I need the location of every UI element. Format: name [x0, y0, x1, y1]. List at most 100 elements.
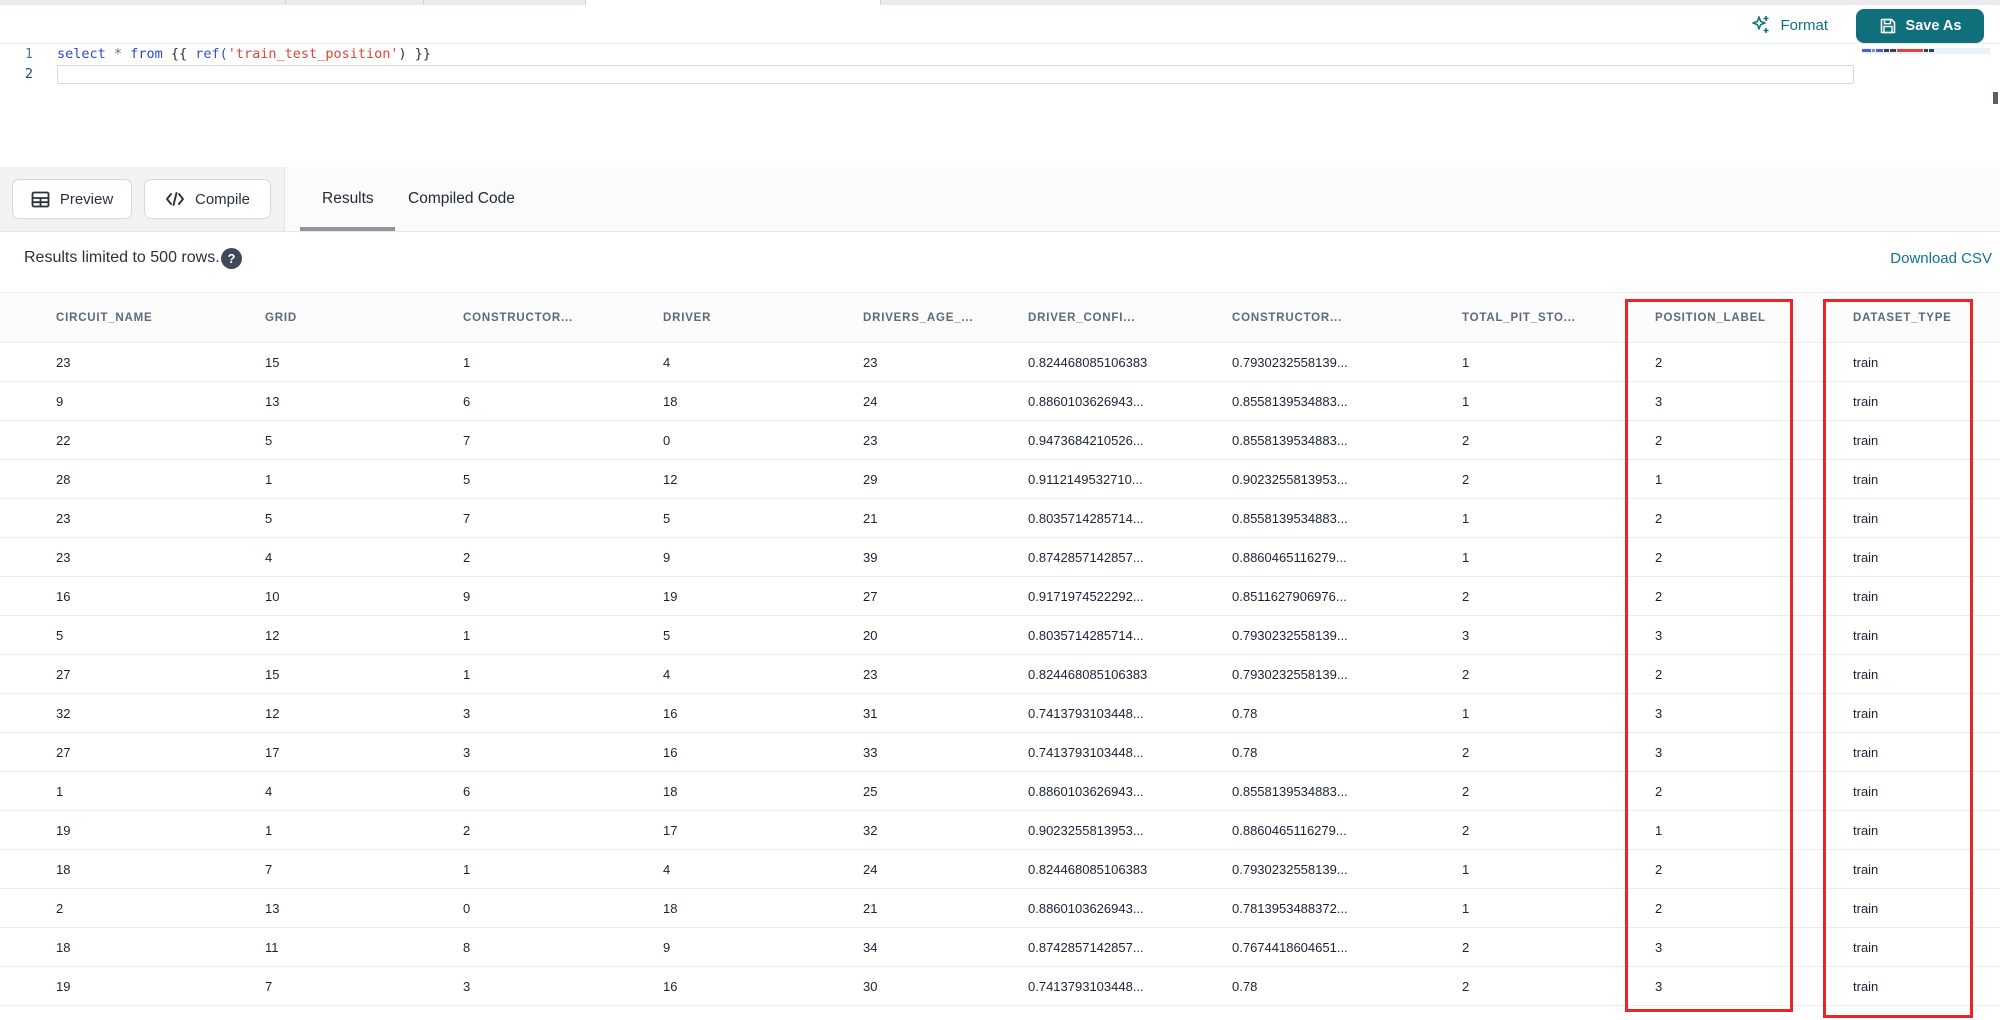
table-cell: 2	[1462, 810, 1655, 850]
table-cell: 20	[863, 615, 1028, 655]
table-cell: 16	[663, 966, 863, 1006]
table-cell: 1	[1462, 537, 1655, 577]
table-cell: 9	[663, 927, 863, 967]
table-cell: 0.7674418604651...	[1232, 927, 1462, 967]
table-row: 23 15 1 4 23 0.824468085106383 0.7930232558139…	[0, 342, 2000, 382]
column-header: TOTAL_PIT_STO...	[1462, 292, 1655, 343]
table-cell: 2	[1462, 927, 1655, 967]
table-cell: 3	[1462, 615, 1655, 655]
table-cell: 12	[265, 693, 463, 733]
editor-minimap[interactable]	[1862, 46, 1990, 106]
table-cell: 0.7813953488372...	[1232, 888, 1462, 928]
table-cell: 0.7413793103448...	[1028, 966, 1232, 1006]
table-cell: 32	[863, 810, 1028, 850]
table-cell: 5	[265, 498, 463, 538]
table-row: 19 7 3 16 30 0.7413793103448... 0.78 2 3 train	[0, 966, 2000, 1006]
table-cell: 2	[1462, 420, 1655, 460]
table-cell: 0.8860103626943...	[1028, 771, 1232, 811]
table-cell: 31	[863, 693, 1028, 733]
code-line-1[interactable]: select * from {{ ref('train_test_positio…	[57, 44, 431, 64]
row-limit-text: Results limited to 500 rows.	[24, 249, 220, 266]
table-cell: 0.78	[1232, 693, 1462, 733]
table-cell: 16	[0, 576, 265, 616]
column-header: DATASET_TYPE	[1853, 292, 2000, 343]
table-cell: 9	[663, 537, 863, 577]
table-cell: 4	[663, 342, 863, 382]
table-cell: 3	[463, 966, 663, 1006]
table-row: 27 15 1 4 23 0.824468085106383 0.7930232558139…	[0, 654, 2000, 694]
table-cell: 1	[1655, 459, 1853, 499]
table-cell: 23	[0, 537, 265, 577]
format-button[interactable]: Format	[1751, 11, 1828, 39]
table-cell: train	[1853, 459, 2000, 499]
table-cell: 27	[0, 654, 265, 694]
column-header: DRIVER_CONFI...	[1028, 292, 1232, 343]
table-cell: 0	[663, 420, 863, 460]
save-as-button[interactable]: Save As	[1856, 9, 1984, 43]
paren-close: )	[398, 46, 407, 62]
table-cell: 19	[0, 810, 265, 850]
table-cell: 1	[1462, 498, 1655, 538]
table-cell: 0.824468085106383	[1028, 342, 1232, 382]
table-row: 9 13 6 18 24 0.8860103626943... 0.855813953488…	[0, 381, 2000, 421]
table-cell: 30	[863, 966, 1028, 1006]
table-cell: 0.8558139534883...	[1232, 381, 1462, 421]
sql-editor[interactable]: 1 2 select * from {{ ref('train_test_pos…	[0, 44, 2000, 167]
save-icon	[1879, 17, 1897, 35]
table-cell: 23	[863, 342, 1028, 382]
table-cell: 8	[463, 927, 663, 967]
table-cell: 1	[1462, 888, 1655, 928]
editor-scrollbar-handle[interactable]	[1993, 92, 1998, 104]
table-cell: 2	[1462, 654, 1655, 694]
table-cell: train	[1853, 966, 2000, 1006]
header-row: CIRCUIT_NAME GRID CONSTRUCTOR... DRIVER DRIV…	[0, 292, 2000, 343]
table-cell: 5	[663, 615, 863, 655]
table-cell: 0.8860103626943...	[1028, 381, 1232, 421]
table-cell: train	[1853, 849, 2000, 889]
table-row: 32 12 3 16 31 0.7413793103448... 0.78 1 3 train	[0, 693, 2000, 733]
preview-button[interactable]: Preview	[12, 179, 132, 219]
table-cell: 0.9473684210526...	[1028, 420, 1232, 460]
table-row: 23 5 7 5 21 0.8035714285714... 0.8558139534883…	[0, 498, 2000, 538]
minimap-code-line	[1862, 48, 1990, 54]
table-cell: train	[1853, 615, 2000, 655]
code-line-2-cursor[interactable]	[57, 65, 1854, 84]
sparkles-icon	[1751, 15, 1771, 35]
table-row: 27 17 3 16 33 0.7413793103448... 0.78 2 3 train	[0, 732, 2000, 772]
table-cell: 2	[1655, 849, 1853, 889]
table-cell: 27	[0, 732, 265, 772]
table-cell: 2	[1462, 771, 1655, 811]
table-row: 1 4 6 18 25 0.8860103626943... 0.8558139534883…	[0, 771, 2000, 811]
tab-compiled-code[interactable]: Compiled Code	[408, 167, 515, 231]
table-row: 23 4 2 9 39 0.8742857142857... 0.8860465116279…	[0, 537, 2000, 577]
table-cell: 19	[0, 966, 265, 1006]
column-header: CONSTRUCTOR...	[1232, 292, 1462, 343]
table-cell: 22	[0, 420, 265, 460]
table-row: 28 1 5 12 29 0.9112149532710... 0.902325581395…	[0, 459, 2000, 499]
help-icon[interactable]: ?	[221, 248, 242, 269]
table-cell: 3	[1655, 381, 1853, 421]
table-cell: 7	[463, 420, 663, 460]
tab-results-label: Results	[322, 190, 374, 207]
tab-results[interactable]: Results	[322, 167, 374, 231]
save-as-label: Save As	[1905, 18, 1962, 34]
table-cell: 12	[663, 459, 863, 499]
table-cell: train	[1853, 498, 2000, 538]
compile-button[interactable]: Compile	[144, 179, 271, 219]
results-table: CIRCUIT_NAME GRID CONSTRUCTOR... DRIVER DRIV…	[0, 292, 2000, 1006]
model-name-string: 'train_test_position'	[227, 46, 399, 62]
table-cell: 9	[463, 576, 663, 616]
table-cell: 34	[863, 927, 1028, 967]
table-cell: 2	[1462, 576, 1655, 616]
format-label: Format	[1780, 16, 1828, 34]
table-cell: 18	[0, 849, 265, 889]
table-cell: 12	[265, 615, 463, 655]
table-cell: 1	[1462, 342, 1655, 382]
table-cell: 3	[1655, 966, 1853, 1006]
line-number: 1	[24, 46, 33, 62]
table-cell: 1	[265, 459, 463, 499]
table-cell: 18	[663, 381, 863, 421]
table-cell: 24	[863, 849, 1028, 889]
download-csv-link[interactable]: Download CSV	[1890, 250, 1992, 267]
table-cell: 2	[1655, 498, 1853, 538]
